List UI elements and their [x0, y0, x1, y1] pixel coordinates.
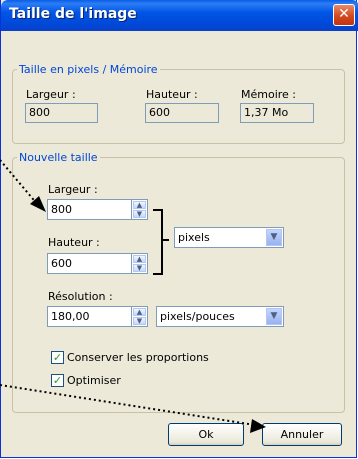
- annotation-arrows: [0, 159, 266, 433]
- pointer-arrowhead-cancel: [250, 419, 266, 433]
- pointer-line-cancel: [0, 384, 256, 426]
- pointer-line-width: [0, 159, 39, 206]
